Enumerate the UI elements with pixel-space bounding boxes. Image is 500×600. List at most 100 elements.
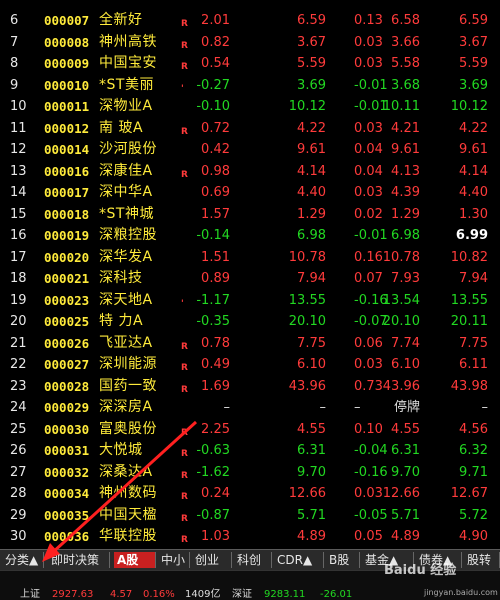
- table-row[interactable]: 24 000029 深深房A – – – 停牌 –: [0, 397, 500, 419]
- tab-cdr[interactable]: CDR▲: [274, 552, 324, 568]
- change-percent: 0.69: [201, 185, 230, 200]
- tab-neeq[interactable]: 股转: [464, 552, 500, 568]
- table-row[interactable]: 12 000014 沙河股份 0.42 9.61 0.04 9.61 9.61: [0, 139, 500, 161]
- ask-price: 6.32: [459, 443, 488, 458]
- last-price: 6.98: [297, 228, 326, 243]
- bid-price: 4.21: [391, 120, 420, 136]
- last-price: 10.78: [288, 249, 326, 265]
- ask-price: 7.75: [459, 335, 488, 351]
- tab-category[interactable]: 分类▲: [2, 552, 44, 568]
- bid-price: 6.58: [391, 13, 420, 28]
- bid-price: 13.54: [382, 292, 420, 308]
- change-percent: 0.72: [201, 120, 230, 136]
- table-row[interactable]: 21 000026 飞亚达A R 0.78 7.75 0.06 7.74 7.75: [0, 333, 500, 355]
- stock-name: *ST美丽: [99, 76, 154, 93]
- last-price: 3.67: [297, 34, 326, 50]
- ask-price: 10.82: [450, 249, 488, 265]
- change-percent: 0.82: [201, 34, 230, 50]
- stock-code: 000008: [44, 34, 90, 50]
- tab-a-shares[interactable]: A股: [114, 552, 156, 568]
- table-row[interactable]: 28 000034 神州数码 R 0.24 12.66 0.03 12.66 12.67: [0, 483, 500, 505]
- stock-code: 000029: [44, 400, 90, 415]
- row-index: 20: [10, 314, 27, 329]
- table-row[interactable]: 17 000020 深华发A 1.51 10.78 0.16 10.78 10.82: [0, 247, 500, 269]
- ask-price: 5.72: [459, 507, 488, 523]
- ask-price: 13.55: [450, 292, 488, 308]
- last-price: 7.94: [297, 271, 326, 286]
- stock-name: 神州数码: [99, 485, 157, 501]
- sh-index-value: 2927.63: [52, 589, 94, 600]
- table-row[interactable]: 14 000017 深中华A 0.69 4.40 0.03 4.39 4.40: [0, 182, 500, 204]
- change-percent: -0.63: [196, 443, 230, 458]
- stock-code: 000025: [44, 314, 90, 329]
- row-index: 16: [10, 228, 27, 243]
- table-row[interactable]: 23 000028 国药一致 R 1.69 43.96 0.73 43.96 43.98: [0, 376, 500, 398]
- change-percent: 0.78: [201, 335, 230, 351]
- table-row[interactable]: 9 000010 *ST美丽 ' -0.27 3.69 -0.01 3.68 3.69: [0, 75, 500, 97]
- table-row[interactable]: 13 000016 深康佳A R 0.98 4.14 0.04 4.13 4.14: [0, 161, 500, 183]
- table-row[interactable]: 8 000009 中国宝安 R 0.54 5.59 0.03 5.58 5.59: [0, 53, 500, 75]
- ask-price: 4.56: [459, 421, 488, 437]
- last-price: 3.69: [297, 77, 326, 93]
- tab-sme[interactable]: 中小: [158, 552, 190, 568]
- change-percent: -0.10: [196, 99, 230, 114]
- table-row[interactable]: 19 000023 深天地A ' -1.17 13.55 -0.16 13.54 13.55: [0, 290, 500, 312]
- table-row[interactable]: 11 000012 南 玻A R 0.72 4.22 0.03 4.21 4.22: [0, 118, 500, 140]
- stock-name: 南 玻A: [99, 119, 144, 136]
- change-percent: -0.35: [196, 314, 230, 329]
- stock-code: 000012: [44, 120, 90, 136]
- change-percent: 0.54: [201, 56, 230, 71]
- table-row[interactable]: 20 000025 特 力A -0.35 20.10 -0.07 20.10 20.11: [0, 311, 500, 333]
- table-row[interactable]: 18 000021 深科技 0.89 7.94 0.07 7.93 7.94: [0, 268, 500, 290]
- tab-star[interactable]: 科创: [234, 552, 272, 568]
- change-percent: -1.62: [196, 464, 230, 480]
- table-row[interactable]: 29 000035 中国天楹 R -0.87 5.71 -0.05 5.71 5.72: [0, 505, 500, 527]
- tab-realtime-decision[interactable]: 即时决策: [48, 552, 110, 568]
- stock-name: 中国天楹: [99, 506, 157, 523]
- last-price: 6.31: [297, 443, 326, 458]
- ask-price: 10.12: [450, 99, 488, 114]
- table-row[interactable]: 6 000007 全新好 R 2.01 6.59 0.13 6.58 6.59: [0, 10, 500, 32]
- bid-price: 6.10: [391, 357, 420, 372]
- change-percent: -0.27: [196, 77, 230, 93]
- stock-code: 000011: [44, 99, 90, 114]
- stock-name: *ST神城: [99, 205, 154, 222]
- table-row[interactable]: 22 000027 深圳能源 R 0.49 6.10 0.03 6.10 6.11: [0, 354, 500, 376]
- sz-index-label: 深证: [232, 589, 252, 600]
- sh-index-amount: 1409亿: [185, 589, 221, 600]
- stock-code: 000007: [44, 13, 90, 28]
- tab-b-shares[interactable]: B股: [326, 552, 360, 568]
- stock-code: 000009: [44, 56, 90, 71]
- table-row[interactable]: 16 000019 深粮控股 -0.14 6.98 -0.01 6.98 6.99: [0, 225, 500, 247]
- ask-price: 43.98: [450, 378, 488, 394]
- last-price: 5.71: [297, 507, 326, 523]
- stock-code: 000026: [44, 335, 90, 351]
- last-price: 20.10: [288, 314, 326, 329]
- bid-price: 4.89: [391, 529, 420, 544]
- table-row[interactable]: 7 000008 神州高铁 R 0.82 3.67 0.03 3.66 3.67: [0, 32, 500, 54]
- row-index: 10: [10, 99, 27, 114]
- row-index: 23: [10, 378, 27, 394]
- last-price: 4.14: [297, 163, 326, 179]
- bid-price: 停牌: [393, 400, 420, 415]
- change-percent: -0.14: [196, 228, 230, 243]
- table-row[interactable]: 25 000030 富奥股份 R 2.25 4.55 0.10 4.55 4.56: [0, 419, 500, 441]
- ask-price: 20.11: [450, 314, 488, 329]
- change-percent: 0.49: [201, 357, 230, 372]
- table-row[interactable]: 26 000031 大悦城 R -0.63 6.31 -0.04 6.31 6.32: [0, 440, 500, 462]
- table-row[interactable]: 27 000032 深桑达A R -1.62 9.70 -0.16 9.70 9.71: [0, 462, 500, 484]
- row-index: 26: [10, 443, 27, 458]
- table-row[interactable]: 10 000011 深物业A -0.10 10.12 -0.01 10.11 10.12: [0, 96, 500, 118]
- last-price: 12.66: [288, 486, 326, 501]
- table-row[interactable]: 30 000036 华联控股 R 1.03 4.89 0.05 4.89 4.90: [0, 526, 500, 548]
- ask-price: 7.94: [459, 271, 488, 286]
- stock-code: 000016: [44, 163, 90, 179]
- stock-name: 深华发A: [99, 248, 153, 265]
- tab-chinext[interactable]: 创业: [192, 552, 232, 568]
- stock-name: 深桑达A: [99, 463, 153, 480]
- bid-price: 43.96: [382, 378, 420, 394]
- last-price: 43.96: [288, 378, 326, 394]
- bid-price: 20.10: [382, 314, 420, 329]
- row-index: 14: [10, 185, 27, 200]
- table-row[interactable]: 15 000018 *ST神城 1.57 1.29 0.02 1.29 1.30: [0, 204, 500, 226]
